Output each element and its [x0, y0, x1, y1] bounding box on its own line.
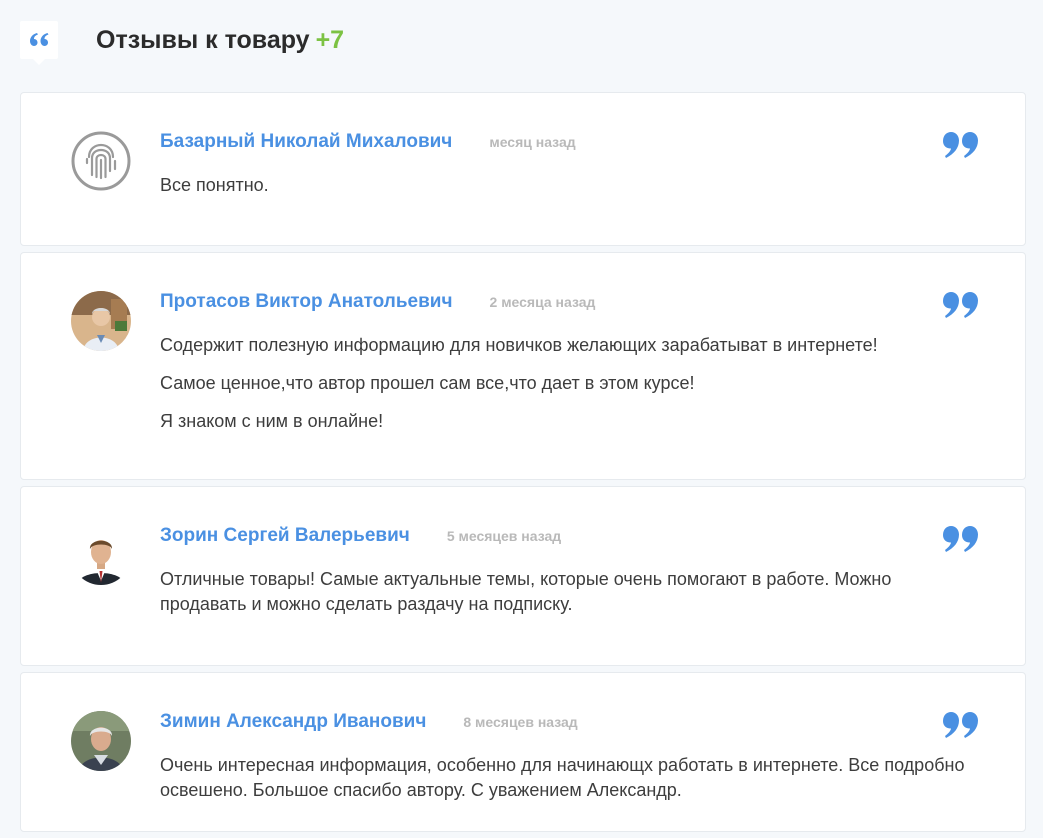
review-date: месяц назад [489, 134, 576, 150]
review-line: Все понятно. [160, 175, 269, 195]
review-text: Содержит полезную информацию для новичко… [160, 333, 977, 447]
review-line: Содержит полезную информацию для новичко… [160, 335, 878, 355]
review-date: 8 месяцев назад [463, 714, 578, 730]
review-author[interactable]: Зимин Александр Иванович [160, 711, 426, 733]
quote-icon [941, 711, 981, 739]
review-header: Зимин Александр Иванович 8 месяцев назад [160, 711, 578, 733]
quote-bubble-icon [20, 21, 58, 65]
quote-icon [941, 291, 981, 319]
review-text: Очень интересная информация, особенно дл… [160, 753, 977, 816]
review-header: Базарный Николай Михалович месяц назад [160, 131, 576, 153]
review-line: Отличные товары! Самые актуальные темы, … [160, 569, 892, 614]
review-card: Протасов Виктор Анатольевич 2 месяца наз… [20, 252, 1026, 480]
review-card: Зорин Сергей Валерьевич 5 месяцев назад … [20, 486, 1026, 666]
review-line: Самое ценное,что автор прошел сам все,чт… [160, 373, 695, 393]
review-text: Все понятно. [160, 173, 977, 211]
user-photo-avatar[interactable] [71, 711, 131, 771]
review-date: 2 месяца назад [489, 294, 596, 310]
user-photo-avatar[interactable] [71, 291, 131, 351]
review-date: 5 месяцев назад [446, 528, 562, 544]
quote-icon [941, 131, 981, 159]
review-line: Очень интересная информация, особенно дл… [160, 755, 965, 800]
review-author[interactable]: Протасов Виктор Анатольевич [160, 291, 453, 313]
review-text: Отличные товары! Самые актуальные темы, … [160, 567, 977, 630]
review-count-badge: +7 [315, 25, 345, 54]
reviews-header: Отзывы к товару +7 [20, 20, 345, 65]
review-card: Базарный Николай Михалович месяц назад В… [20, 92, 1026, 246]
review-author[interactable]: Зорин Сергей Валерьевич [160, 525, 410, 547]
user-photo-avatar[interactable] [71, 525, 131, 585]
quote-icon [941, 525, 981, 553]
review-header: Зорин Сергей Валерьевич 5 месяцев назад [160, 525, 561, 547]
review-card: Зимин Александр Иванович 8 месяцев назад… [20, 672, 1026, 832]
review-line: Я знаком с ним в онлайне! [160, 411, 384, 431]
review-author[interactable]: Базарный Николай Михалович [160, 131, 452, 153]
reviews-list: Базарный Николай Михалович месяц назад В… [20, 92, 1026, 838]
page-title: Отзывы к товару [96, 25, 310, 54]
review-header: Протасов Виктор Анатольевич 2 месяца наз… [160, 291, 595, 313]
fingerprint-avatar-icon[interactable] [71, 131, 131, 191]
